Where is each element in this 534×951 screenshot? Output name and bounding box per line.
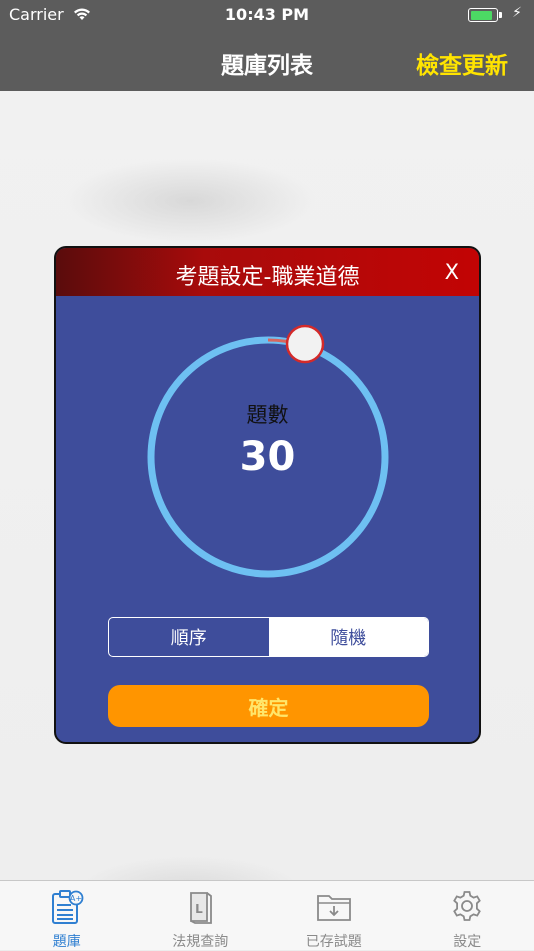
dial-handle[interactable]	[287, 326, 323, 362]
sequential-order-option[interactable]: 順序	[109, 618, 269, 656]
question-count-label: 題數	[56, 399, 479, 429]
question-count-dial[interactable]	[56, 248, 481, 618]
tab-saved-questions[interactable]: 已存試題	[267, 881, 401, 950]
order-segmented-control: 順序 隨機	[108, 617, 429, 657]
battery-icon	[468, 8, 498, 22]
check-update-button[interactable]: 檢查更新	[416, 46, 508, 80]
svg-text:A+: A+	[70, 894, 82, 903]
battery-tip	[499, 12, 502, 18]
random-order-option[interactable]: 隨機	[269, 618, 429, 656]
question-bank-icon: A+	[50, 889, 84, 925]
navigation-bar: Carrier 10:43 PM ⚡ 題庫列表 檢查更新	[0, 0, 534, 91]
question-count-value: 30	[56, 434, 479, 480]
status-bar: Carrier 10:43 PM ⚡	[0, 0, 534, 30]
tab-question-bank[interactable]: A+ 題庫	[0, 881, 134, 950]
clock: 10:43 PM	[0, 5, 534, 24]
tab-label: 題庫	[0, 931, 134, 951]
tab-bar: A+ 題庫 L 法規查詢 已存試題 設定	[0, 880, 534, 950]
close-button[interactable]: X	[445, 260, 459, 284]
charging-bolt-icon: ⚡	[512, 5, 522, 21]
tab-label: 設定	[401, 931, 534, 951]
tab-law-search[interactable]: L 法規查詢	[134, 881, 268, 950]
saved-folder-icon	[315, 889, 353, 923]
confirm-button[interactable]: 確定	[108, 685, 429, 727]
dialog-title: 考題設定-職業道德	[56, 259, 479, 291]
gear-icon	[450, 889, 484, 923]
exam-settings-dialog: 考題設定-職業道德 X 題數 30 順序 隨機 確定	[54, 246, 481, 744]
tab-settings[interactable]: 設定	[401, 881, 534, 950]
tab-label: 已存試題	[267, 931, 401, 951]
law-book-icon: L	[185, 889, 215, 925]
dialog-header: 考題設定-職業道德 X	[56, 248, 479, 296]
tab-label: 法規查詢	[134, 931, 268, 951]
svg-text:L: L	[195, 902, 203, 916]
